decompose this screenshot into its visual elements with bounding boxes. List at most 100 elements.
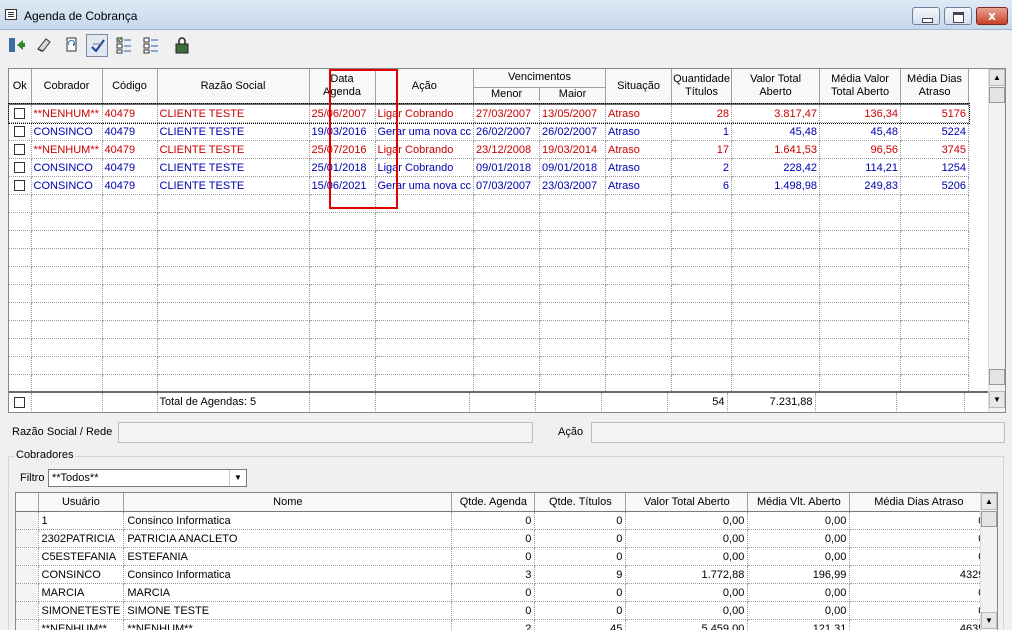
agenda-row[interactable]: CONSINCO 40479 CLIENTE TESTE 15/06/2021 Gera… bbox=[9, 176, 970, 195]
scroll-down-button[interactable]: ▼ bbox=[989, 391, 1005, 408]
cobrador-row[interactable]: 2302PATRICIAPATRICIA ANACLETO000,000,000 bbox=[16, 529, 989, 548]
empty-cell bbox=[819, 374, 902, 393]
col-cobrador[interactable]: Cobrador bbox=[31, 69, 103, 105]
lock-button[interactable] bbox=[171, 34, 193, 57]
row-checkbox-cell[interactable] bbox=[9, 122, 32, 141]
agenda-table: Ok Cobrador Código Razão Social Data Agen… bbox=[8, 69, 970, 393]
empty-cell bbox=[539, 302, 607, 321]
cell-usuario: **NENHUM** bbox=[38, 619, 125, 630]
col-quantidade[interactable]: Quantidade Títulos bbox=[671, 69, 733, 105]
scroll-up-button[interactable]: ▲ bbox=[989, 69, 1005, 86]
col-vencimentos[interactable]: Vencimentos Menor Maior bbox=[473, 69, 607, 105]
scroll-thumb[interactable] bbox=[989, 87, 1005, 103]
row-checkbox-cell[interactable] bbox=[9, 104, 32, 123]
chevron-down-icon[interactable]: ▼ bbox=[229, 470, 246, 486]
totals-checkbox-cell[interactable] bbox=[9, 393, 32, 411]
cobrador-row[interactable]: 1Consinco Informatica000,000,000 bbox=[16, 511, 989, 530]
col-ok[interactable]: Ok bbox=[9, 69, 32, 105]
cell-media_dias: 5224 bbox=[900, 122, 970, 141]
empty-cell bbox=[375, 266, 475, 285]
totals-checkbox[interactable] bbox=[14, 396, 26, 408]
list-button[interactable] bbox=[140, 34, 162, 57]
empty-cell bbox=[671, 374, 733, 393]
cell-nome: MARCIA bbox=[123, 583, 453, 602]
cell-qtd: 17 bbox=[671, 140, 733, 159]
col-media-vlt[interactable]: Média Vlt. Aberto bbox=[747, 493, 851, 512]
empty-cell bbox=[605, 374, 673, 393]
cobrador-row[interactable]: **NENHUM** **NENHUM** 2 45 5.459,00 121,31 463… bbox=[16, 619, 989, 630]
col-menor: Menor bbox=[474, 88, 541, 101]
scroll-thumb[interactable] bbox=[981, 511, 997, 527]
cell-data: 25/01/2018 bbox=[309, 158, 376, 177]
col-quantidade-line1: Quantidade bbox=[673, 73, 730, 85]
maximize-button[interactable] bbox=[944, 7, 972, 25]
empty-cell bbox=[473, 266, 541, 285]
agenda-row[interactable]: **NENHUM** 40479 CLIENTE TESTE 25/07/2016 Li… bbox=[9, 140, 970, 159]
col-media-dias-line1: Média Dias bbox=[907, 73, 963, 85]
row-checkbox[interactable] bbox=[14, 180, 26, 192]
empty-row bbox=[9, 356, 970, 375]
cell-maior: 19/03/2014 bbox=[539, 140, 607, 159]
cobrador-row[interactable]: CONSINCO Consinco Informatica 3 9 1.772,88 19… bbox=[16, 565, 989, 584]
scroll-thumb-bottom[interactable] bbox=[989, 369, 1005, 385]
agenda-row[interactable]: CONSINCO 40479 CLIENTE TESTE 25/01/2018 Liga… bbox=[9, 158, 970, 177]
empty-cell bbox=[731, 284, 821, 303]
refresh-button[interactable] bbox=[60, 34, 82, 57]
row-checkbox-cell[interactable] bbox=[9, 158, 32, 177]
col-codigo[interactable]: Código bbox=[102, 69, 158, 105]
row-checkbox[interactable] bbox=[14, 108, 26, 120]
col-quantidade-line2: Títulos bbox=[685, 86, 719, 98]
cell-menor: 23/12/2008 bbox=[473, 140, 541, 159]
cell-media_dias: 1254 bbox=[900, 158, 970, 177]
razao-social-field[interactable] bbox=[118, 422, 533, 443]
empty-cell bbox=[9, 356, 32, 375]
row-checkbox-cell[interactable] bbox=[9, 176, 32, 195]
cell-qtd_agenda: 0 bbox=[451, 601, 536, 620]
col-acao[interactable]: Ação bbox=[375, 69, 475, 105]
col-nome[interactable]: Nome bbox=[123, 493, 453, 512]
cell-valor: 1.498,98 bbox=[731, 176, 821, 195]
cobradores-title: Cobradores bbox=[14, 449, 76, 461]
col-valor-total[interactable]: Valor Total Aberto bbox=[731, 69, 821, 105]
acao-field[interactable] bbox=[591, 422, 1005, 443]
empty-cell bbox=[819, 248, 902, 267]
cobradores-scrollbar[interactable]: ▲ ▼ bbox=[980, 493, 997, 630]
cobrador-row[interactable]: C5ESTEFANIAESTEFANIA000,000,000 bbox=[16, 547, 989, 566]
col-qtd-titulos[interactable]: Qtde. Títulos bbox=[534, 493, 627, 512]
col-data-agenda[interactable]: Data Agenda bbox=[309, 69, 376, 105]
col-qtd-agenda[interactable]: Qtde. Agenda bbox=[451, 493, 536, 512]
col-media-valor[interactable]: Média Valor Total Aberto bbox=[819, 69, 902, 105]
cell-qtd_agenda: 0 bbox=[451, 547, 536, 566]
cell-media_dias: 4635 bbox=[849, 619, 989, 630]
close-button[interactable]: x bbox=[976, 7, 1008, 25]
agenda-row[interactable]: CONSINCO 40479 CLIENTE TESTE 19/03/2016 Gera… bbox=[9, 122, 970, 141]
checklist-button[interactable] bbox=[113, 34, 135, 57]
exit-button[interactable] bbox=[6, 34, 28, 57]
col-usuario[interactable]: Usuário bbox=[38, 493, 125, 512]
row-checkbox[interactable] bbox=[14, 126, 26, 138]
empty-cell bbox=[473, 302, 541, 321]
eraser-button[interactable] bbox=[33, 34, 55, 57]
row-checkbox-cell[interactable] bbox=[9, 140, 32, 159]
empty-cell bbox=[309, 302, 376, 321]
cell-qtd_agenda: 3 bbox=[451, 565, 536, 584]
scroll-up-button[interactable]: ▲ bbox=[981, 493, 997, 510]
cell-situacao: Atraso bbox=[605, 176, 673, 195]
minimize-button[interactable] bbox=[912, 7, 940, 25]
row-checkbox[interactable] bbox=[14, 144, 26, 156]
col-valor-total-aberto[interactable]: Valor Total Aberto bbox=[625, 493, 749, 512]
col-situacao[interactable]: Situação bbox=[605, 69, 673, 105]
col-media-dias[interactable]: Média Dias Atraso bbox=[900, 69, 970, 105]
cobrador-row[interactable]: MARCIAMARCIA000,000,000 bbox=[16, 583, 989, 602]
agenda-scrollbar[interactable]: ▲ ▼ bbox=[988, 69, 1005, 412]
empty-cell bbox=[473, 212, 541, 231]
scroll-down-button[interactable]: ▼ bbox=[981, 612, 997, 629]
row-checkbox[interactable] bbox=[14, 162, 26, 174]
totals-empty bbox=[309, 393, 376, 411]
filtro-select[interactable]: **Todos** ▼ bbox=[48, 469, 247, 487]
cobrador-row[interactable]: SIMONETESTESIMONE TESTE000,000,000 bbox=[16, 601, 989, 620]
col-media-dias-atraso[interactable]: Média Dias Atraso bbox=[849, 493, 989, 512]
agenda-row[interactable]: **NENHUM** 40479 CLIENTE TESTE 25/06/2007 Li… bbox=[8, 103, 970, 124]
check-button[interactable] bbox=[86, 34, 108, 57]
col-razao-social[interactable]: Razão Social bbox=[157, 69, 310, 105]
